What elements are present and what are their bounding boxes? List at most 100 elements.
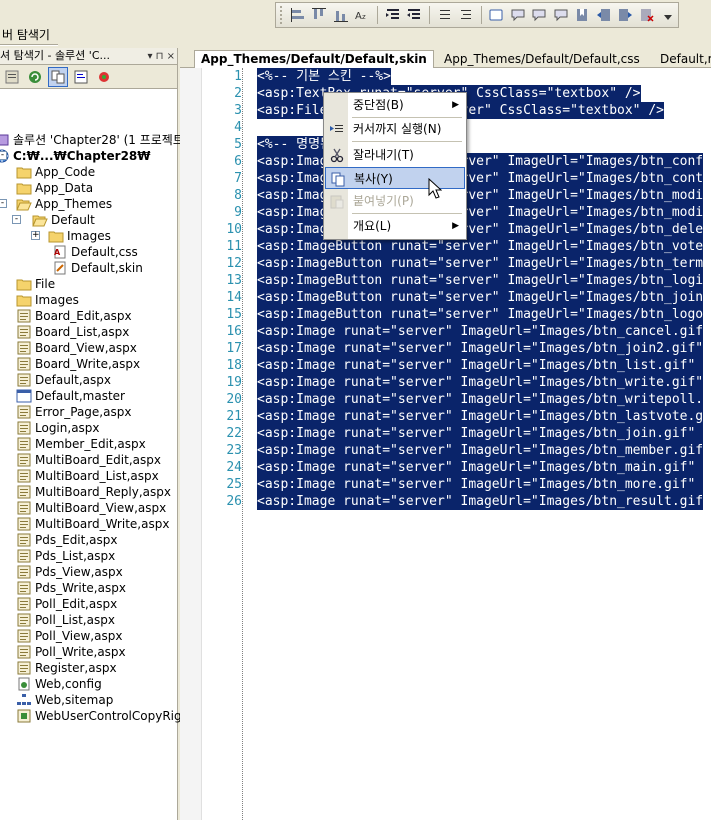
prev-bookmark-icon[interactable] <box>594 5 613 25</box>
expand-icon[interactable]: + <box>31 231 40 240</box>
view-code-icon[interactable] <box>71 67 91 87</box>
context-menu-item[interactable]: 커서까지 실행(N) <box>325 118 465 140</box>
tree-item[interactable]: Register,aspx <box>16 660 117 676</box>
tree-item[interactable]: Login,aspx <box>16 420 100 436</box>
code-line[interactable]: 12 <asp:ImageButton runat="server" ImageU… <box>180 255 711 272</box>
code-line[interactable]: 14 <asp:ImageButton runat="server" ImageU… <box>180 289 711 306</box>
tab-document[interactable]: Default,m <box>654 51 711 68</box>
bookmark-icon[interactable] <box>573 5 592 25</box>
code-line[interactable]: 13 <asp:ImageButton runat="server" ImageU… <box>180 272 711 289</box>
tree-item-label: Member_Edit,aspx <box>35 437 146 451</box>
tab-document[interactable]: App_Themes/Default/Default,css <box>438 51 646 68</box>
tree-item[interactable]: Poll_List,aspx <box>16 612 115 628</box>
tree-item[interactable]: File <box>16 276 55 292</box>
properties-icon[interactable] <box>2 67 22 87</box>
collapse-icon[interactable]: - <box>0 199 7 208</box>
toolbar-overflow-icon[interactable] <box>659 5 678 25</box>
tree-item[interactable]: Board_Write,aspx <box>16 356 140 372</box>
code-text: <asp:Image runat="server" ImageUrl="Imag… <box>257 442 704 459</box>
server-explorer-tab[interactable]: 버 탐색기 <box>2 26 50 43</box>
tree-item[interactable]: Board_Edit,aspx <box>16 308 132 324</box>
code-line[interactable]: 17 <asp:Image runat="server" ImageUrl="Im… <box>180 340 711 357</box>
tree-item[interactable]: A Default,css <box>52 244 138 260</box>
tree-item[interactable]: App_Data <box>16 180 93 196</box>
align-top-icon[interactable] <box>309 5 328 25</box>
code-line[interactable]: 26 <asp:Image runat="server" ImageUrl="Im… <box>180 493 711 510</box>
context-menu-item[interactable]: 중단점(B) ▶ <box>325 94 465 116</box>
paste-icon <box>329 193 345 209</box>
tree-item[interactable]: Poll_View,aspx <box>16 628 122 644</box>
indent-icon[interactable] <box>383 5 402 25</box>
view-designer-icon[interactable] <box>94 67 114 87</box>
tree-item[interactable]: MultiBoard_Reply,aspx <box>16 484 171 500</box>
font-size-icon[interactable]: Az <box>352 5 371 25</box>
toolbar-grip[interactable] <box>280 6 283 24</box>
tree-item[interactable]: MultiBoard_List,aspx <box>16 468 159 484</box>
tree-item[interactable]: Pds_Edit,aspx <box>16 532 117 548</box>
tree-item[interactable]: Pds_View,aspx <box>16 564 123 580</box>
explorer-title: 셔 탐색기 - 솔루션 'C... <box>0 49 110 62</box>
tree-item[interactable]: Default,master <box>16 388 125 404</box>
code-line[interactable]: 25 <asp:Image runat="server" ImageUrl="Im… <box>180 476 711 493</box>
tree-item[interactable]: MultiBoard_View,aspx <box>16 500 166 516</box>
tree-item[interactable]: Board_List,aspx <box>16 324 129 340</box>
code-line[interactable]: 16 <asp:Image runat="server" ImageUrl="Im… <box>180 323 711 340</box>
comment-icon[interactable] <box>508 5 527 25</box>
tree-item[interactable]: Member_Edit,aspx <box>16 436 146 452</box>
tree-item[interactable]: Pds_List,aspx <box>16 548 115 564</box>
line-number: 7 <box>234 171 242 186</box>
tree-item[interactable]: App_Code <box>16 164 95 180</box>
tree-item[interactable]: MultiBoard_Write,aspx <box>16 516 169 532</box>
context-menu-item[interactable]: 개요(L) ▶ <box>325 215 465 237</box>
list-icon[interactable] <box>435 5 454 25</box>
tree-item[interactable]: Poll_Edit,aspx <box>16 596 117 612</box>
next-comment-icon[interactable] <box>551 5 570 25</box>
tree-item[interactable]: Pds_Write,aspx <box>16 580 126 596</box>
tree-item[interactable]: MultiBoard_Edit,aspx <box>16 452 161 468</box>
tree-item[interactable]: Default,aspx <box>16 372 111 388</box>
code-line[interactable]: 21 <asp:Image runat="server" ImageUrl="Im… <box>180 408 711 425</box>
next-bookmark-icon[interactable] <box>616 5 635 25</box>
rect-icon[interactable] <box>487 5 506 25</box>
refresh-icon[interactable] <box>25 67 45 87</box>
project-node[interactable]: C:₩...₩Chapter28₩ <box>0 148 151 164</box>
context-menu-item[interactable]: 복사(Y) <box>325 167 465 189</box>
code-line[interactable]: 19 <asp:Image runat="server" ImageUrl="Im… <box>180 374 711 391</box>
explorer-window-controls[interactable]: ▾ ⊓ × <box>147 49 175 64</box>
collapse-icon[interactable]: - <box>0 151 7 160</box>
tree-item[interactable]: Images <box>48 228 111 244</box>
folder-icon <box>48 229 64 243</box>
tree-item[interactable]: Images <box>16 292 79 308</box>
code-line[interactable]: 22 <asp:Image runat="server" ImageUrl="Im… <box>180 425 711 442</box>
tree-item[interactable]: Web,sitemap <box>16 692 113 708</box>
tree-item[interactable]: Default <box>32 212 95 228</box>
tree-item[interactable]: Web,config <box>16 676 102 692</box>
solution-node[interactable]: 솔루션 'Chapter28' (1 프로젝트) <box>0 132 189 148</box>
code-line[interactable]: 24 <asp:Image runat="server" ImageUrl="Im… <box>180 459 711 476</box>
code-line[interactable]: 15 <asp:ImageButton runat="server" ImageU… <box>180 306 711 323</box>
clear-bookmark-icon[interactable] <box>637 5 656 25</box>
outdent-icon[interactable] <box>404 5 423 25</box>
show-all-files-icon[interactable] <box>48 66 68 87</box>
tree-item[interactable]: Poll_Write,aspx <box>16 644 126 660</box>
code-line[interactable]: 1 <%-- 기본 스킨 --%> <box>180 68 711 85</box>
uncomment-icon[interactable] <box>456 5 475 25</box>
tree-item[interactable]: App_Themes <box>16 196 112 212</box>
line-number: 2 <box>234 86 242 101</box>
tree-item[interactable]: Error_Page,aspx <box>16 404 131 420</box>
code-line[interactable]: 23 <asp:Image runat="server" ImageUrl="Im… <box>180 442 711 459</box>
aspx-file-icon <box>16 501 32 515</box>
align-bottom-icon[interactable] <box>331 5 350 25</box>
tree-item[interactable]: WebUserControlCopyRigh <box>16 708 189 724</box>
code-line[interactable]: 11 <asp:ImageButton runat="server" ImageU… <box>180 238 711 255</box>
code-line[interactable]: 20 <asp:Image runat="server" ImageUrl="Im… <box>180 391 711 408</box>
tree-item[interactable]: Board_View,aspx <box>16 340 137 356</box>
prev-comment-icon[interactable] <box>530 5 549 25</box>
aspx-file-icon <box>16 581 32 595</box>
tree-item[interactable]: Default,skin <box>52 260 143 276</box>
context-menu-item[interactable]: 잘라내기(T) <box>325 144 465 166</box>
tab-document[interactable]: App_Themes/Default/Default,skin <box>194 50 434 69</box>
align-left-icon[interactable] <box>288 5 307 25</box>
collapse-icon[interactable]: - <box>12 215 21 224</box>
code-line[interactable]: 18 <asp:Image runat="server" ImageUrl="Im… <box>180 357 711 374</box>
